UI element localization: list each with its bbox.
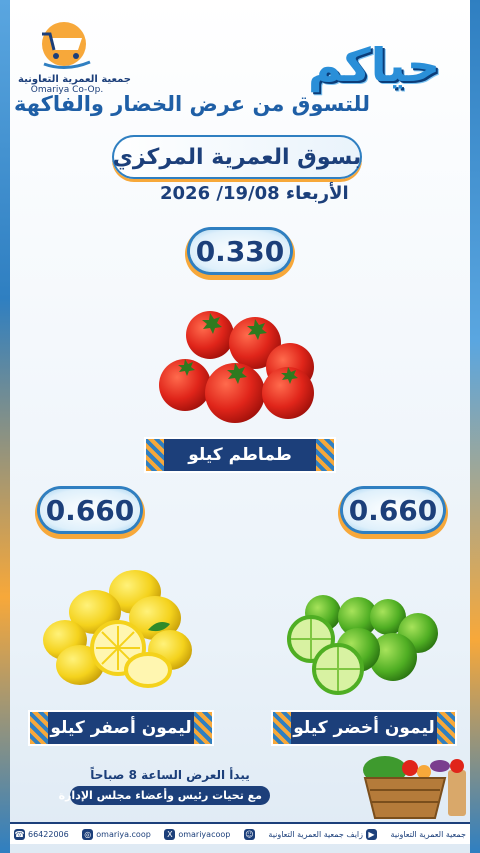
tomato-price: 0.330 <box>195 234 285 268</box>
left-border <box>0 0 10 853</box>
x-icon: X <box>164 828 176 840</box>
instagram-icon: ◎ <box>82 828 94 840</box>
social-whatsapp[interactable]: ☎ 66422006 <box>14 828 69 840</box>
greeting-title: حياكم <box>307 38 440 92</box>
social-x[interactable]: X omariyacoop <box>164 828 231 840</box>
logo: جمعية العمرية التعاونية Omariya Co-Op. <box>18 20 132 95</box>
yellow-lemon-price-badge: 0.660 <box>40 489 140 531</box>
cart-logo-icon <box>42 22 91 69</box>
start-time: يبدأ العرض الساعة 8 صباحاً <box>90 768 250 782</box>
offer-date: الأربعاء 19/08/ 2026 <box>160 183 349 204</box>
social-youtube[interactable]: زايف جمعية العمرية التعاونية ▶ <box>268 828 377 840</box>
social-bar: ☎ 66422006 ◎ omariya.coop X omariyacoop … <box>10 822 470 844</box>
x-handle: omariyacoop <box>178 829 231 839</box>
label-corner-left <box>146 439 164 471</box>
snapchat-icon: ☺ <box>243 828 255 840</box>
social-site[interactable]: جمعية العمرية التعاونية <box>391 830 466 839</box>
tomato-price-badge: 0.330 <box>190 230 290 272</box>
youtube-name: زايف جمعية العمرية التعاونية <box>268 829 363 839</box>
market-pill: بسوق العمرية المركزي <box>112 135 362 179</box>
site-name: جمعية العمرية التعاونية <box>390 829 466 839</box>
yellow-lemon-name: ليمون أصفر كيلو <box>50 718 192 738</box>
label-corner-right <box>316 439 334 471</box>
label-corner-left <box>273 712 291 744</box>
board-greeting: مع تحيات رئيس وأعضاء مجلس الإدارة <box>59 786 270 805</box>
market-name: بسوق العمرية المركزي <box>112 144 362 170</box>
right-border <box>470 0 480 853</box>
subtitle: للتسوق من عرض الخضار والفاكهة <box>14 92 370 116</box>
yellow-lemon-label: ليمون أصفر كيلو <box>30 712 212 744</box>
youtube-icon: ▶ <box>366 828 377 840</box>
offer-flyer: جمعية العمرية التعاونية Omariya Co-Op. ح… <box>0 0 480 853</box>
vegetable-basket-image <box>363 756 466 819</box>
green-lemon-name: ليمون أخضر كيلو <box>293 718 435 738</box>
green-lemon-label: ليمون أخضر كيلو <box>273 712 455 744</box>
label-corner-right <box>194 712 212 744</box>
green-lemon-price: 0.660 <box>348 493 438 527</box>
footer-note: يبدأ العرض الساعة 8 صباحاً مع تحيات رئيس… <box>59 768 270 805</box>
whatsapp-number: 66422006 <box>28 829 69 839</box>
tomato-name: طماطم كيلو <box>188 445 292 465</box>
tomatoes-image <box>159 311 314 423</box>
label-corner-left <box>30 712 48 744</box>
green-lemon-price-badge: 0.660 <box>343 489 443 531</box>
yellow-lemon-price: 0.660 <box>45 493 135 527</box>
tomato-label: طماطم كيلو <box>146 439 334 471</box>
green-lemons-image <box>287 595 438 695</box>
social-snapchat[interactable]: ☺ <box>243 828 255 840</box>
label-corner-right <box>437 712 455 744</box>
instagram-handle: omariya.coop <box>96 829 151 839</box>
whatsapp-icon: ☎ <box>14 828 25 840</box>
logo-arabic: جمعية العمرية التعاونية <box>18 74 132 85</box>
yellow-lemons-image <box>43 570 192 688</box>
social-instagram[interactable]: ◎ omariya.coop <box>82 828 151 840</box>
